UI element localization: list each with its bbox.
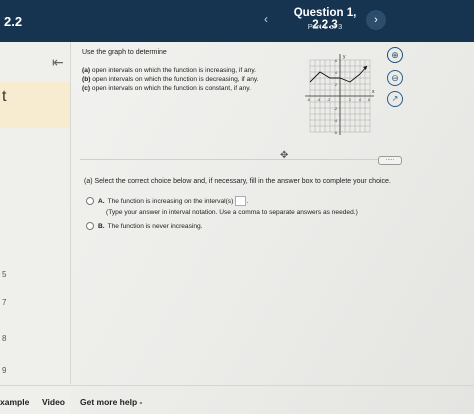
function-curve xyxy=(309,65,368,83)
zoom-in-icon[interactable]: ⊕ xyxy=(387,47,403,63)
y-tick-label: -2 xyxy=(334,107,337,111)
move-icon[interactable]: ✥ xyxy=(280,150,288,161)
panel-divider xyxy=(70,42,71,384)
chevron-right-icon[interactable]: › xyxy=(366,10,386,30)
top-bar: 2.2 ‹ Question 1, 2.2.3 Part 1 of 3 › xyxy=(0,0,474,42)
chevron-left-icon[interactable]: ‹ xyxy=(264,12,268,26)
question-prompt: Use the graph to determine xyxy=(82,49,167,56)
section-number: 2.2 xyxy=(4,14,23,29)
question-number[interactable]: 8 xyxy=(2,334,6,343)
function-graph: y x -6 -4 -2 2 4 6 6 4 2 -2 -4 -6 xyxy=(305,54,375,135)
video-link[interactable]: Video xyxy=(42,397,65,407)
question-number[interactable]: 5 xyxy=(2,270,6,279)
x-tick-label: -6 xyxy=(307,98,310,102)
part-text: open intervals on which the function is … xyxy=(91,67,256,74)
external-link-icon[interactable]: ↗ xyxy=(387,91,403,107)
section-divider xyxy=(80,159,400,160)
choice-b[interactable]: B. The function is never increasing. xyxy=(86,222,203,230)
footer-divider xyxy=(0,385,474,386)
y-tick-label: -6 xyxy=(334,131,337,135)
y-tick-label: 4 xyxy=(335,71,337,75)
choice-a-text: The function is increasing on the interv… xyxy=(107,197,234,205)
question-item-label: t xyxy=(2,88,7,105)
choice-a-letter: A. xyxy=(98,197,105,205)
x-tick-label: 2 xyxy=(349,98,351,102)
x-axis-label: x xyxy=(372,89,375,95)
x-tick-label: 4 xyxy=(359,98,361,102)
collapse-panel-icon[interactable]: ⇤ xyxy=(52,54,64,71)
more-button[interactable]: ..... xyxy=(378,156,402,165)
part-text: open intervals on which the function is … xyxy=(92,76,259,83)
choice-b-radio[interactable] xyxy=(86,222,94,230)
interval-answer-input[interactable] xyxy=(235,196,247,206)
part-letter: (c) xyxy=(82,85,91,92)
question-list-panel: t 5 7 8 9 xyxy=(0,42,70,414)
choice-b-text: The function is never increasing. xyxy=(107,222,203,230)
question-number[interactable]: 9 xyxy=(2,366,6,375)
part-letter: (a) xyxy=(82,67,91,74)
question-part-b: (b) open intervals on which the function… xyxy=(82,76,259,83)
x-tick-label: -2 xyxy=(327,98,330,102)
choice-a-radio[interactable] xyxy=(86,197,94,205)
zoom-out-icon[interactable]: ⊖ xyxy=(387,70,403,86)
part-text: open intervals on which the function is … xyxy=(91,85,251,92)
choice-b-letter: B. xyxy=(98,222,105,230)
question-part-c: (c) open intervals on which the function… xyxy=(82,85,251,92)
y-tick-label: 6 xyxy=(335,59,337,63)
y-axis-label: y xyxy=(343,54,346,60)
part-letter: (b) xyxy=(82,76,91,83)
y-tick-label: 2 xyxy=(335,83,337,87)
y-tick-label: -4 xyxy=(334,119,337,123)
get-more-help-button[interactable]: Get more help - xyxy=(80,397,142,407)
choice-a-hint: (Type your answer in interval notation. … xyxy=(106,209,358,216)
question-number[interactable]: 7 xyxy=(2,298,6,307)
x-tick-label: 6 xyxy=(368,98,370,102)
example-link[interactable]: xample xyxy=(0,397,29,407)
current-question-item[interactable]: t xyxy=(0,82,70,128)
choice-a[interactable]: A. The function is increasing on the int… xyxy=(86,196,248,206)
question-part-a: (a) open intervals on which the function… xyxy=(82,67,256,74)
answer-instruction: (a) Select the correct choice below and,… xyxy=(84,178,391,185)
question-part: Part 1 of 3 xyxy=(307,22,343,31)
x-tick-label: -4 xyxy=(317,98,320,102)
